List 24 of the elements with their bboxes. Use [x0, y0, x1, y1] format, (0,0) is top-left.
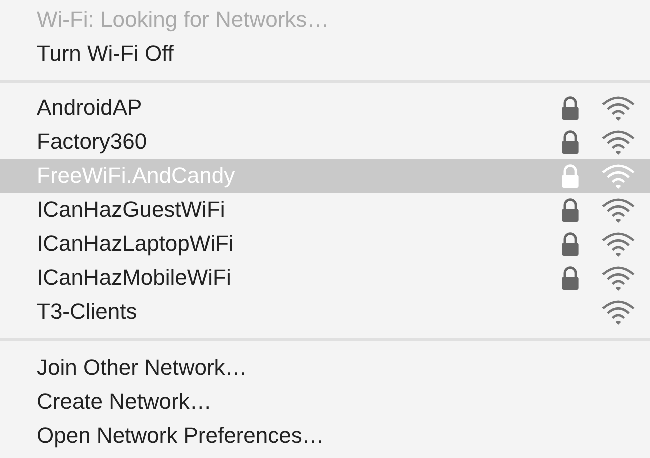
network-name: AndroidAP: [37, 95, 142, 121]
menu-item[interactable]: Open Network Preferences…: [0, 419, 650, 453]
wifi-signal-icon: [601, 162, 636, 190]
wifi-signal-icon: [601, 230, 636, 258]
wifi-signal-icon: [601, 196, 636, 224]
network-item[interactable]: ICanHazMobileWiFi: [0, 261, 650, 295]
network-item[interactable]: AndroidAP: [0, 91, 650, 125]
menu-item[interactable]: Create Network…: [0, 385, 650, 419]
network-item[interactable]: ICanHazLaptopWiFi: [0, 227, 650, 261]
wifi-signal-icon: [601, 298, 636, 326]
network-name: ICanHazMobileWiFi: [37, 265, 232, 291]
network-item[interactable]: ICanHazGuestWiFi: [0, 193, 650, 227]
network-name: Factory360: [37, 129, 148, 155]
wifi-signal-icon: [601, 264, 636, 292]
wifi-signal-icon: [601, 94, 636, 122]
network-item[interactable]: Factory360: [0, 125, 650, 159]
network-name: ICanHazGuestWiFi: [37, 197, 226, 223]
wifi-status-item: Wi-Fi: Looking for Networks…: [36, 6, 330, 34]
network-item[interactable]: T3-Clients: [0, 295, 650, 329]
wifi-signal-icon: [601, 128, 636, 156]
network-name: ICanHazLaptopWiFi: [37, 231, 234, 257]
menu-item[interactable]: Join Other Network…: [0, 351, 650, 385]
menu-item[interactable]: Turn Wi-Fi Off: [0, 37, 650, 71]
network-name: T3-Clients: [37, 299, 138, 325]
